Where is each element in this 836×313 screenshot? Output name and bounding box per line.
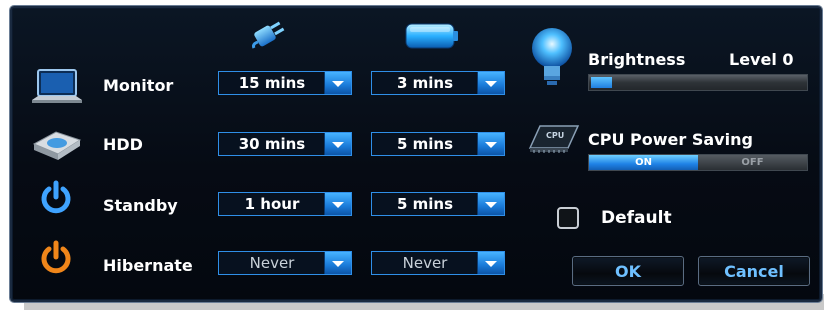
toggle-off-option[interactable]: OFF (698, 155, 807, 170)
power-plug-icon (252, 21, 285, 49)
battery-icon (405, 23, 458, 49)
lightbulb-icon (532, 28, 572, 85)
monitor-battery-dropdown[interactable]: 3 mins (371, 71, 505, 95)
chevron-down-icon[interactable] (324, 72, 351, 94)
chevron-down-icon[interactable] (477, 252, 504, 274)
hdd-battery-dropdown[interactable]: 5 mins (371, 132, 505, 156)
cpu-power-saving-label: CPU Power Saving (588, 130, 753, 149)
cpu-chip-text: CPU (546, 131, 564, 140)
cancel-button[interactable]: Cancel (698, 256, 810, 286)
hibernate-battery-dropdown[interactable]: Never (371, 251, 505, 275)
hibernate-ac-dropdown[interactable]: Never (218, 251, 352, 275)
row-label-hdd: HDD (103, 135, 143, 154)
dropdown-value: 1 hour (244, 195, 300, 213)
standby-battery-dropdown[interactable]: 5 mins (371, 192, 505, 216)
power-orange-icon (41, 240, 71, 274)
power-icon (41, 180, 71, 214)
chevron-down-icon[interactable] (324, 193, 351, 215)
chevron-down-icon[interactable] (324, 252, 351, 274)
chevron-down-icon[interactable] (324, 133, 351, 155)
laptop-icon (32, 69, 82, 103)
row-label-standby: Standby (103, 196, 178, 215)
standby-ac-dropdown[interactable]: 1 hour (218, 192, 352, 216)
dropdown-value: 3 mins (396, 74, 454, 92)
dropdown-value: Never (402, 254, 448, 272)
dropdown-value: 15 mins (238, 74, 306, 92)
monitor-ac-dropdown[interactable]: 15 mins (218, 71, 352, 95)
dropdown-value: 5 mins (396, 195, 454, 213)
dropdown-value: 5 mins (396, 135, 454, 153)
chevron-down-icon[interactable] (477, 72, 504, 94)
brightness-level: Level 0 (729, 50, 794, 69)
hdd-icon (32, 131, 82, 160)
dropdown-value: 30 mins (238, 135, 306, 153)
hdd-ac-dropdown[interactable]: 30 mins (218, 132, 352, 156)
row-label-hibernate: Hibernate (103, 256, 193, 275)
default-label: Default (601, 208, 672, 228)
cpu-power-saving-toggle[interactable]: ON OFF (588, 154, 808, 171)
brightness-fill (591, 77, 613, 88)
default-checkbox[interactable] (557, 207, 579, 229)
toggle-on-option[interactable]: ON (589, 155, 698, 170)
dropdown-value: Never (249, 254, 295, 272)
brightness-slider[interactable] (588, 74, 808, 91)
chevron-down-icon[interactable] (477, 193, 504, 215)
brightness-label: Brightness (588, 50, 686, 69)
ok-button[interactable]: OK (572, 256, 684, 286)
cpu-icon: CPU (528, 125, 580, 153)
row-label-monitor: Monitor (103, 76, 174, 95)
chevron-down-icon[interactable] (477, 133, 504, 155)
